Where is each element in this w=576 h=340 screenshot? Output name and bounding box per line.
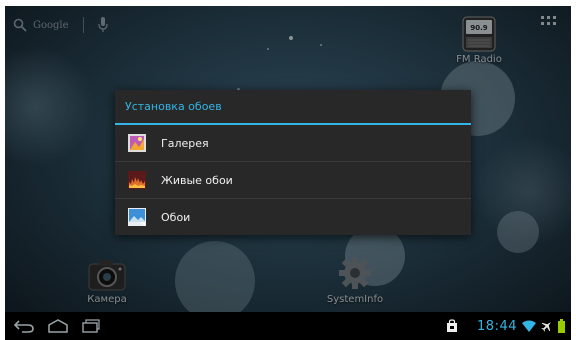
wifi-icon bbox=[522, 320, 536, 332]
gallery-icon bbox=[128, 134, 146, 152]
dialog-title: Установка обоев bbox=[115, 90, 471, 125]
menu-item-label: Обои bbox=[161, 210, 191, 224]
menu-item-label: Живые обои bbox=[161, 173, 233, 187]
clock: 18:44 bbox=[477, 318, 517, 334]
airplane-icon bbox=[541, 322, 551, 332]
home-screen: Google 90.9 FM Radio Камера SystemInfo У… bbox=[5, 6, 571, 340]
menu-item-gallery[interactable]: Галерея bbox=[115, 125, 471, 162]
menu-item-label: Галерея bbox=[161, 136, 209, 150]
battery-icon bbox=[558, 319, 565, 333]
home-icon[interactable] bbox=[47, 318, 69, 334]
back-icon[interactable] bbox=[13, 318, 35, 334]
wallpaper-chooser-dialog: Установка обоев Галерея Живые обои Обои bbox=[115, 90, 471, 235]
notification-bag-icon bbox=[447, 319, 458, 332]
status-area[interactable]: 18:44 bbox=[446, 316, 565, 336]
menu-item-live-wallpapers[interactable]: Живые обои bbox=[115, 162, 471, 199]
wallpaper-icon bbox=[128, 208, 146, 226]
system-bar: 18:44 bbox=[5, 312, 571, 340]
live-wallpaper-icon bbox=[128, 171, 146, 189]
recent-apps-icon[interactable] bbox=[81, 318, 101, 334]
menu-item-wallpapers[interactable]: Обои bbox=[115, 199, 471, 235]
